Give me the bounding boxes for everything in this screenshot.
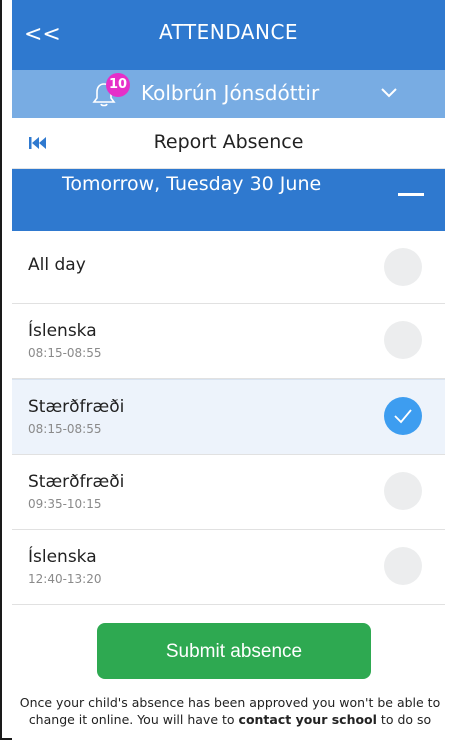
note-text: Once your child's absence has been appro…: [19, 695, 441, 727]
info-note: Once your child's absence has been appro…: [10, 694, 450, 728]
note-text-end: to do so: [380, 712, 432, 727]
frame-line: [0, 738, 12, 740]
frame-line: [0, 0, 2, 740]
checkbox[interactable]: [384, 547, 422, 585]
user-name[interactable]: Kolbrún Jónsdóttir: [141, 81, 319, 105]
report-title: Report Absence: [153, 131, 304, 153]
notification-badge: 10: [106, 73, 130, 97]
date-label: Tomorrow, Tuesday 30 June: [62, 173, 322, 195]
check-icon: [394, 409, 412, 424]
period-label: All day: [28, 255, 86, 275]
collapse-button[interactable]: [398, 187, 424, 203]
period-label: Stærðfræði: [28, 472, 125, 492]
period-time: 09:35-10:15: [28, 497, 102, 511]
period-label: Íslenska: [28, 321, 97, 341]
list-item[interactable]: Stærðfræði 08:15-08:55: [12, 379, 445, 455]
period-time: 08:15-08:55: [28, 422, 102, 436]
checkbox[interactable]: [384, 248, 422, 286]
period-time: 08:15-08:55: [28, 346, 102, 360]
checkbox[interactable]: [384, 472, 422, 510]
period-time: 12:40-13:20: [28, 572, 102, 586]
user-selector[interactable]: 10 Kolbrún Jónsdóttir: [12, 70, 445, 118]
list-item[interactable]: Stærðfræði 09:35-10:15: [12, 455, 445, 530]
checkbox-checked[interactable]: [384, 397, 422, 435]
list-item[interactable]: Íslenska 12:40-13:20: [12, 530, 445, 605]
period-label: Stærðfræði: [28, 397, 125, 417]
contact-school-link[interactable]: contact your school: [239, 712, 377, 727]
top-bar: << ATTENDANCE: [12, 0, 445, 70]
report-bar: Report Absence: [12, 118, 445, 169]
period-list: All day Íslenska 08:15-08:55 Stærðfræði …: [12, 231, 445, 605]
chevron-down-icon[interactable]: [380, 83, 398, 101]
list-item[interactable]: Íslenska 08:15-08:55: [12, 304, 445, 379]
attendance-app: << ATTENDANCE 10 Kolbrún Jónsdóttir Repo…: [12, 0, 445, 754]
submit-absence-button[interactable]: Submit absence: [97, 623, 371, 679]
period-label: Íslenska: [28, 547, 97, 567]
date-bar: Tomorrow, Tuesday 30 June: [12, 169, 445, 231]
list-item[interactable]: All day: [12, 231, 445, 304]
checkbox[interactable]: [384, 321, 422, 359]
page-title: ATTENDANCE: [158, 20, 299, 44]
